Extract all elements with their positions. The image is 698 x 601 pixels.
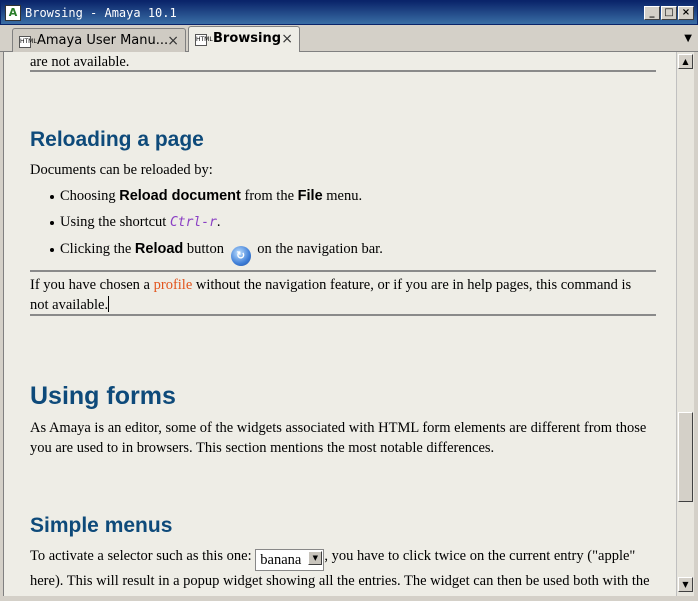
reload-command: Reload — [134, 241, 184, 257]
scroll-up-button[interactable]: ▲ — [678, 54, 693, 69]
scrollbar-thumb[interactable] — [678, 412, 693, 502]
tab-label: Browsing — [213, 31, 282, 46]
amaya-app-icon: A — [5, 5, 21, 21]
tab-browsing[interactable]: HTML Browsing × — [188, 26, 300, 52]
document-view[interactable]: are not available. Reloading a page Docu… — [3, 52, 676, 596]
scroll-down-button[interactable]: ▼ — [678, 577, 693, 592]
html-doc-icon: HTML — [19, 36, 37, 48]
close-window-button[interactable]: × — [678, 6, 694, 20]
divider — [30, 314, 656, 316]
list-item: Choosing Reload document from the File m… — [49, 188, 363, 204]
chevron-down-icon[interactable]: ▼ — [308, 551, 323, 565]
vertical-scrollbar[interactable]: ▲ ▼ — [676, 52, 694, 596]
title-bar: A Browsing - Amaya 10.1 _ □ × — [0, 0, 698, 25]
heading-simple-menus: Simple menus — [30, 514, 173, 537]
forms-paragraph: As Amaya is an editor, some of the widge… — [30, 420, 647, 456]
tab-list-dropdown-icon[interactable]: ▼ — [684, 33, 692, 44]
heading-using-forms: Using forms — [30, 382, 176, 410]
profile-link[interactable]: profile — [154, 277, 193, 293]
list-item: Using the shortcut Ctrl-r. — [50, 212, 221, 233]
heading-reloading-a-page: Reloading a page — [30, 128, 204, 151]
minimize-button[interactable]: _ — [644, 6, 660, 20]
reload-note: If you have chosen a profile without the… — [30, 277, 632, 313]
reload-intro: Documents can be reloaded by: — [30, 162, 213, 178]
list-item: Clicking the Reload button ↻ on the navi… — [50, 239, 383, 266]
tab-amaya-user-manual[interactable]: HTML Amaya User Manu... × — [12, 28, 186, 52]
divider — [30, 270, 656, 272]
close-tab-icon[interactable]: × — [281, 31, 293, 47]
tab-label: Amaya User Manu... — [37, 33, 169, 48]
text-caret — [108, 296, 110, 312]
html-doc-icon: HTML — [195, 34, 213, 46]
fruit-selector[interactable]: banana ▼ — [255, 549, 325, 571]
divider — [30, 70, 656, 72]
text-fragment: are not available. — [30, 54, 130, 70]
maximize-button[interactable]: □ — [661, 6, 677, 20]
shortcut-ctrl-r: Ctrl-r — [169, 215, 217, 230]
close-tab-icon[interactable]: × — [167, 33, 179, 49]
menus-paragraph: To activate a selector such as this one:… — [30, 548, 650, 589]
file-menu-name: File — [297, 188, 323, 204]
reload-icon: ↻ — [230, 246, 251, 266]
window-title: Browsing - Amaya 10.1 — [25, 6, 177, 20]
reload-document-command: Reload document — [119, 188, 241, 204]
tab-bar: HTML Amaya User Manu... × HTML Browsing … — [0, 25, 698, 52]
